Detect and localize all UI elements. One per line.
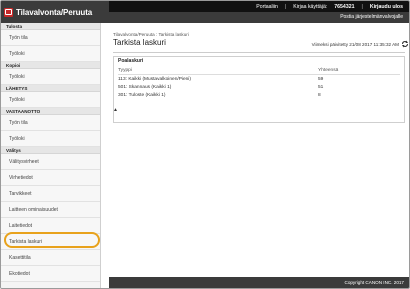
column-header-type: Tyyppi	[118, 68, 132, 73]
browser-frame: Portaaliin | Kirjaa käyttäjä: 7654321 | …	[0, 0, 410, 289]
sidebar-item-send-job-log[interactable]: Työloki	[1, 92, 100, 108]
counter-total: 8	[318, 92, 321, 98]
last-updated: Viimeksi päivitetty 21/08 2017 11:35:32 …	[311, 42, 399, 47]
sidebar-item-forwarding-errors[interactable]: Välitysvirheet	[1, 154, 100, 170]
top-links: Portaaliin | Kirjaa käyttäjä: 7654321 | …	[256, 1, 403, 12]
back-to-top-icon[interactable]: ▲	[113, 107, 118, 113]
sidebar-item-error-info[interactable]: Virhetiedot	[1, 170, 100, 186]
sidebar-item-check-counter[interactable]: Tarkista laskuri	[1, 234, 100, 250]
counter-type: 501: Skannaus (Kaikki 1)	[118, 84, 172, 90]
footer: Copyright CANON INC. 2017	[109, 277, 409, 288]
counter-total: 51	[318, 84, 324, 90]
main-content: Tilavalvonta/Peruuta : Tarkista laskuri …	[109, 23, 409, 277]
admin-mail-link[interactable]: Postia järjestelmänvalvojalle	[340, 14, 403, 20]
copyright: Copyright CANON INC. 2017	[344, 280, 405, 285]
page-title: Tarkista laskuri	[113, 38, 166, 47]
sidebar-item-device-info[interactable]: Laitetiedot	[1, 218, 100, 234]
counter-panel: Poalaskuri Tyyppi Yhteensä 113: Kaikki (…	[113, 56, 405, 123]
sidebar-item-receive-job-log[interactable]: Työloki	[1, 131, 100, 147]
sidebar-item-print-job-log[interactable]: Työloki	[1, 46, 100, 62]
sidebar-item-print-job-status[interactable]: Työn tila	[1, 30, 100, 46]
counter-table: Tyyppi Yhteensä 113: Kaikki (Mustavalkoi…	[118, 67, 400, 99]
table-row: 301: Tuloste (Kaikki 1) 8	[118, 91, 400, 99]
table-header: Tyyppi Yhteensä	[118, 67, 400, 75]
app-title-area: Tilavalvonta/Peruuta	[1, 1, 109, 23]
sidebar-section-valitys: Välitys	[1, 147, 100, 154]
sidebar-section-vastaanotto: VASTAANOTTO	[1, 108, 100, 115]
sidebar-item-copy-job-log[interactable]: Työloki	[1, 69, 100, 85]
portal-link[interactable]: Portaaliin	[256, 4, 278, 10]
printer-icon	[4, 7, 13, 17]
counter-type: 113: Kaikki (Mustavalkoinen/Pieni)	[118, 76, 191, 82]
sidebar-item-consumables[interactable]: Tarvikkeet	[1, 186, 100, 202]
sidebar-section-tulosta: Tulosta	[1, 23, 100, 30]
sidebar-section-kopioi: Kopioi	[1, 62, 100, 69]
table-row: 501: Skannaus (Kaikki 1) 51	[118, 83, 400, 91]
breadcrumb[interactable]: Tilavalvonta/Peruuta : Tarkista laskuri	[113, 32, 189, 37]
sidebar-item-eco-info[interactable]: Ekotiedot	[1, 266, 100, 282]
sidebar-section-lahetys: LÄHETYS	[1, 85, 100, 92]
counter-type: 301: Tuloste (Kaikki 1)	[118, 92, 166, 98]
sidebar: Tulosta Työn tila Työloki Kopioi Työloki…	[1, 23, 101, 288]
user-id: 7654321	[334, 3, 355, 10]
separator: |	[361, 3, 363, 10]
logout-link[interactable]: Kirjaudu ulos	[370, 4, 403, 10]
counter-total: 59	[318, 76, 324, 82]
login-label: Kirjaa käyttäjä:	[293, 3, 328, 10]
separator: |	[284, 3, 287, 10]
sidebar-item-paper-source-status[interactable]: Kasettitila	[1, 250, 100, 266]
sidebar-item-device-features[interactable]: Laitteen ominaisuudet	[1, 202, 100, 218]
panel-title: Poalaskuri	[118, 58, 144, 64]
app-title: Tilavalvonta/Peruuta	[16, 7, 93, 17]
sidebar-item-receive-job-status[interactable]: Työn tila	[1, 115, 100, 131]
column-header-total: Yhteensä	[318, 68, 339, 73]
divider	[113, 52, 405, 53]
sub-bar: Postia järjestelmänvalvojalle	[109, 12, 409, 23]
refresh-icon[interactable]	[401, 40, 409, 48]
table-row: 113: Kaikki (Mustavalkoinen/Pieni) 59	[118, 75, 400, 83]
